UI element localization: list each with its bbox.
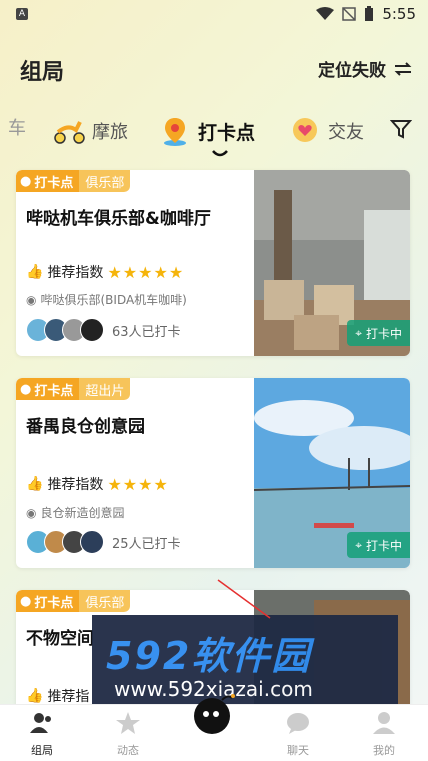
star-icon	[116, 712, 140, 734]
card-title: 番禺良仓创意园	[26, 417, 145, 437]
badge-category: 俱乐部	[79, 170, 131, 192]
wifi-icon	[316, 7, 335, 20]
scooter-icon	[52, 114, 86, 148]
nav-feed[interactable]: 动态	[98, 711, 158, 758]
bridge-photo: ⌖ 打卡中	[254, 378, 410, 568]
rating: 👍 推荐指	[26, 686, 89, 706]
card-badge: ● 打卡点 俱乐部	[16, 590, 131, 612]
badge-type: 打卡点	[34, 175, 74, 191]
checkin-count: 63人已打卡	[112, 324, 181, 340]
rating: 👍 推荐指数 ★★★★	[26, 474, 169, 494]
badge-type: 打卡点	[34, 383, 74, 399]
checked-in-users: 25人已打卡	[26, 530, 181, 554]
app-notification-icon: A	[16, 8, 28, 20]
checkin-count: 25人已打卡	[112, 536, 181, 552]
people-icon	[30, 713, 51, 733]
tab-checkin[interactable]: 打卡点	[158, 114, 255, 148]
location-label: 定位失败	[318, 61, 386, 81]
avatar	[80, 530, 104, 554]
tab-label: 车	[8, 118, 26, 139]
rating-label: 推荐指数	[47, 477, 104, 493]
checkin-status: 打卡中	[365, 538, 402, 553]
chat-bubble-icon	[287, 713, 309, 734]
nav-profile[interactable]: 我的	[354, 711, 414, 758]
bomb-center-button[interactable]	[192, 690, 236, 736]
checkin-pin-icon	[158, 114, 192, 148]
nav-chat[interactable]: 聊天	[268, 711, 328, 758]
map-pin-icon: ⌖	[355, 325, 362, 340]
header: 组局 定位失败	[0, 50, 428, 90]
badge-category: 超出片	[79, 378, 131, 400]
tab-label: 打卡点	[198, 121, 256, 144]
rating: 👍 推荐指数 ★★★★★	[26, 262, 184, 282]
heart-bubble-icon	[288, 114, 322, 148]
nav-group[interactable]: 组局	[12, 711, 72, 758]
checkin-card[interactable]: ● 打卡点 超出片 番禺良仓创意园 👍 推荐指数 ★★★★ ◉ 良仓新造创意园 2…	[16, 378, 410, 568]
clock: 5:55	[382, 5, 416, 23]
card-badge: ● 打卡点 超出片	[16, 378, 131, 400]
card-badge: ● 打卡点 俱乐部	[16, 170, 131, 192]
badge-type: 打卡点	[34, 595, 74, 611]
status-bar: A 5:55	[0, 0, 428, 30]
tab-moto-travel[interactable]: 摩旅	[52, 114, 128, 148]
nav-label: 组局	[31, 744, 53, 757]
avatar	[80, 318, 104, 342]
location-switch[interactable]: 定位失败	[318, 56, 414, 81]
location-pin-icon: ●	[20, 593, 32, 609]
location-outline-icon: ◉	[26, 505, 37, 520]
thumbs-up-icon: 👍	[26, 264, 44, 280]
rating-label: 推荐指数	[47, 265, 104, 281]
page-title: 组局	[20, 60, 65, 85]
nav-label: 聊天	[287, 744, 309, 757]
rating-label: 推荐指	[47, 689, 90, 705]
filter-icon[interactable]	[390, 118, 412, 140]
battery-icon	[365, 6, 374, 21]
badge-category: 俱乐部	[79, 590, 131, 612]
location-outline-icon: ◉	[26, 292, 37, 307]
refresh-icon	[394, 61, 412, 76]
tab-label: 交友	[328, 122, 364, 143]
rating-stars: ★★★★★	[107, 262, 185, 282]
tab-friends[interactable]: 交友	[288, 114, 364, 148]
tab-active-indicator	[212, 150, 228, 157]
tab-car[interactable]: 车	[8, 114, 26, 140]
checkin-card[interactable]: ● 打卡点 俱乐部 哔哒机车俱乐部&咖啡厅 👍 推荐指数 ★★★★★ ◉ 哔哒俱乐…	[16, 170, 410, 356]
thumbs-up-icon: 👍	[26, 688, 44, 704]
tab-label: 摩旅	[92, 122, 128, 143]
checkin-status: 打卡中	[365, 326, 402, 341]
rating-stars: ★★★★	[107, 474, 169, 494]
watermark-logo-text: 592软件园	[106, 634, 312, 678]
red-pointer-line	[217, 579, 271, 619]
checkin-status-tag: ⌖ 打卡中	[347, 532, 410, 558]
cafe-photo: ⌖ 打卡中	[254, 170, 410, 356]
thumbs-up-icon: 👍	[26, 476, 44, 492]
address-text: 哔哒俱乐部(BIDA机车咖啡)	[40, 293, 187, 307]
location-pin-icon: ●	[20, 173, 32, 189]
checked-in-users: 63人已打卡	[26, 318, 181, 342]
nav-label: 我的	[373, 744, 395, 757]
user-icon	[373, 712, 395, 734]
nav-label: 动态	[117, 744, 139, 757]
map-pin-icon: ⌖	[355, 537, 362, 552]
address-text: 良仓新造创意园	[40, 506, 125, 520]
location-pin-icon: ●	[20, 381, 32, 397]
card-title: 哔哒机车俱乐部&咖啡厅	[26, 209, 211, 229]
card-title: 不物空间	[26, 629, 94, 649]
address: ◉ 良仓新造创意园	[26, 504, 125, 521]
checkin-status-tag: ⌖ 打卡中	[347, 320, 410, 346]
no-signal-icon	[342, 7, 357, 21]
watermark-overlay: 592软件园 www.592xiazai.com	[92, 615, 398, 711]
category-tabs: 车 摩旅 打卡点 交友	[0, 108, 428, 156]
address: ◉ 哔哒俱乐部(BIDA机车咖啡)	[26, 291, 187, 308]
